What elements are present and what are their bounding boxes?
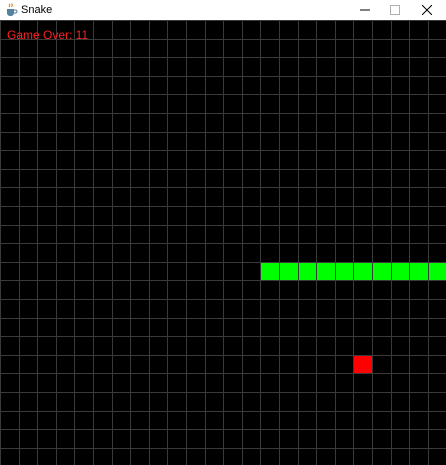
snake-segment (336, 263, 353, 280)
maximize-icon (390, 5, 400, 15)
close-icon (422, 5, 432, 15)
window-title: Snake (21, 4, 53, 16)
title-bar[interactable]: Snake (0, 0, 446, 20)
snake-segment (299, 263, 316, 280)
game-over-score-text: Game Over: 11 (7, 28, 89, 42)
minimize-icon (360, 9, 370, 11)
snake-segment (410, 263, 428, 280)
java-cup-icon (7, 3, 18, 16)
snake-segment (261, 263, 279, 280)
snake-segment (280, 263, 298, 280)
snake-segment (373, 263, 391, 280)
snake-segment (429, 263, 446, 280)
snake-segment (392, 263, 409, 280)
snake-segment (354, 263, 372, 280)
food-pellet (354, 356, 372, 373)
game-grid (0, 20, 446, 465)
app-window: Snake Game Over: 11 (0, 0, 446, 465)
snake-segment (317, 263, 335, 280)
minimize-button[interactable] (350, 0, 380, 20)
maximize-button[interactable] (380, 0, 410, 20)
close-button[interactable] (412, 0, 442, 20)
game-board[interactable]: Game Over: 11 (0, 20, 446, 465)
